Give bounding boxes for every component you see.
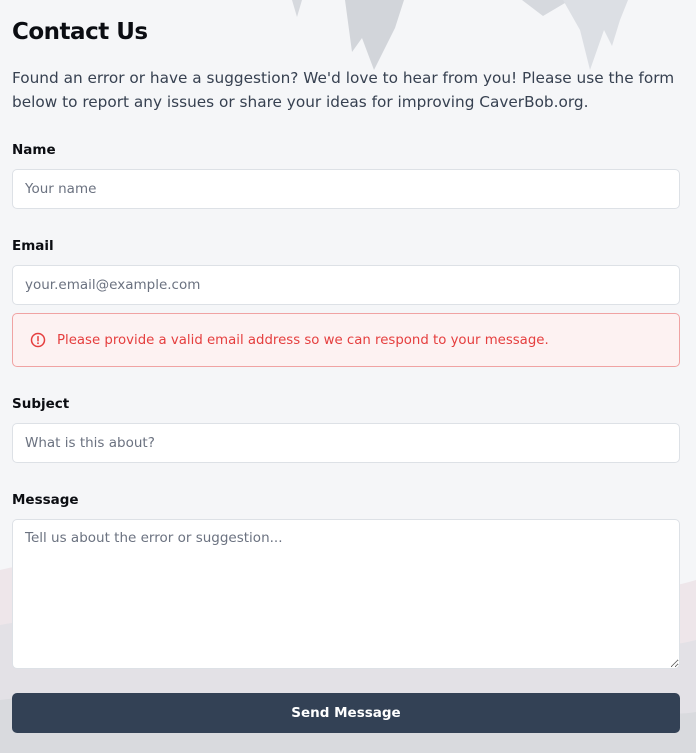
intro-text: Found an error or have a suggestion? We'… (12, 69, 675, 111)
page-title: Contact Us (12, 19, 148, 45)
name-input[interactable] (12, 169, 680, 209)
message-label: Message (12, 492, 79, 508)
message-textarea[interactable] (12, 519, 680, 669)
email-label: Email (12, 238, 54, 254)
stalactites-decoration (292, 0, 628, 70)
subject-input[interactable] (12, 423, 680, 463)
email-error-text: Please provide a valid email address so … (57, 332, 549, 348)
alert-circle-icon (30, 332, 46, 348)
name-label: Name (12, 142, 56, 158)
send-message-button[interactable]: Send Message (12, 693, 680, 733)
email-input[interactable] (12, 265, 680, 305)
subject-label: Subject (12, 396, 70, 412)
email-error-message: Please provide a valid email address so … (12, 313, 680, 367)
